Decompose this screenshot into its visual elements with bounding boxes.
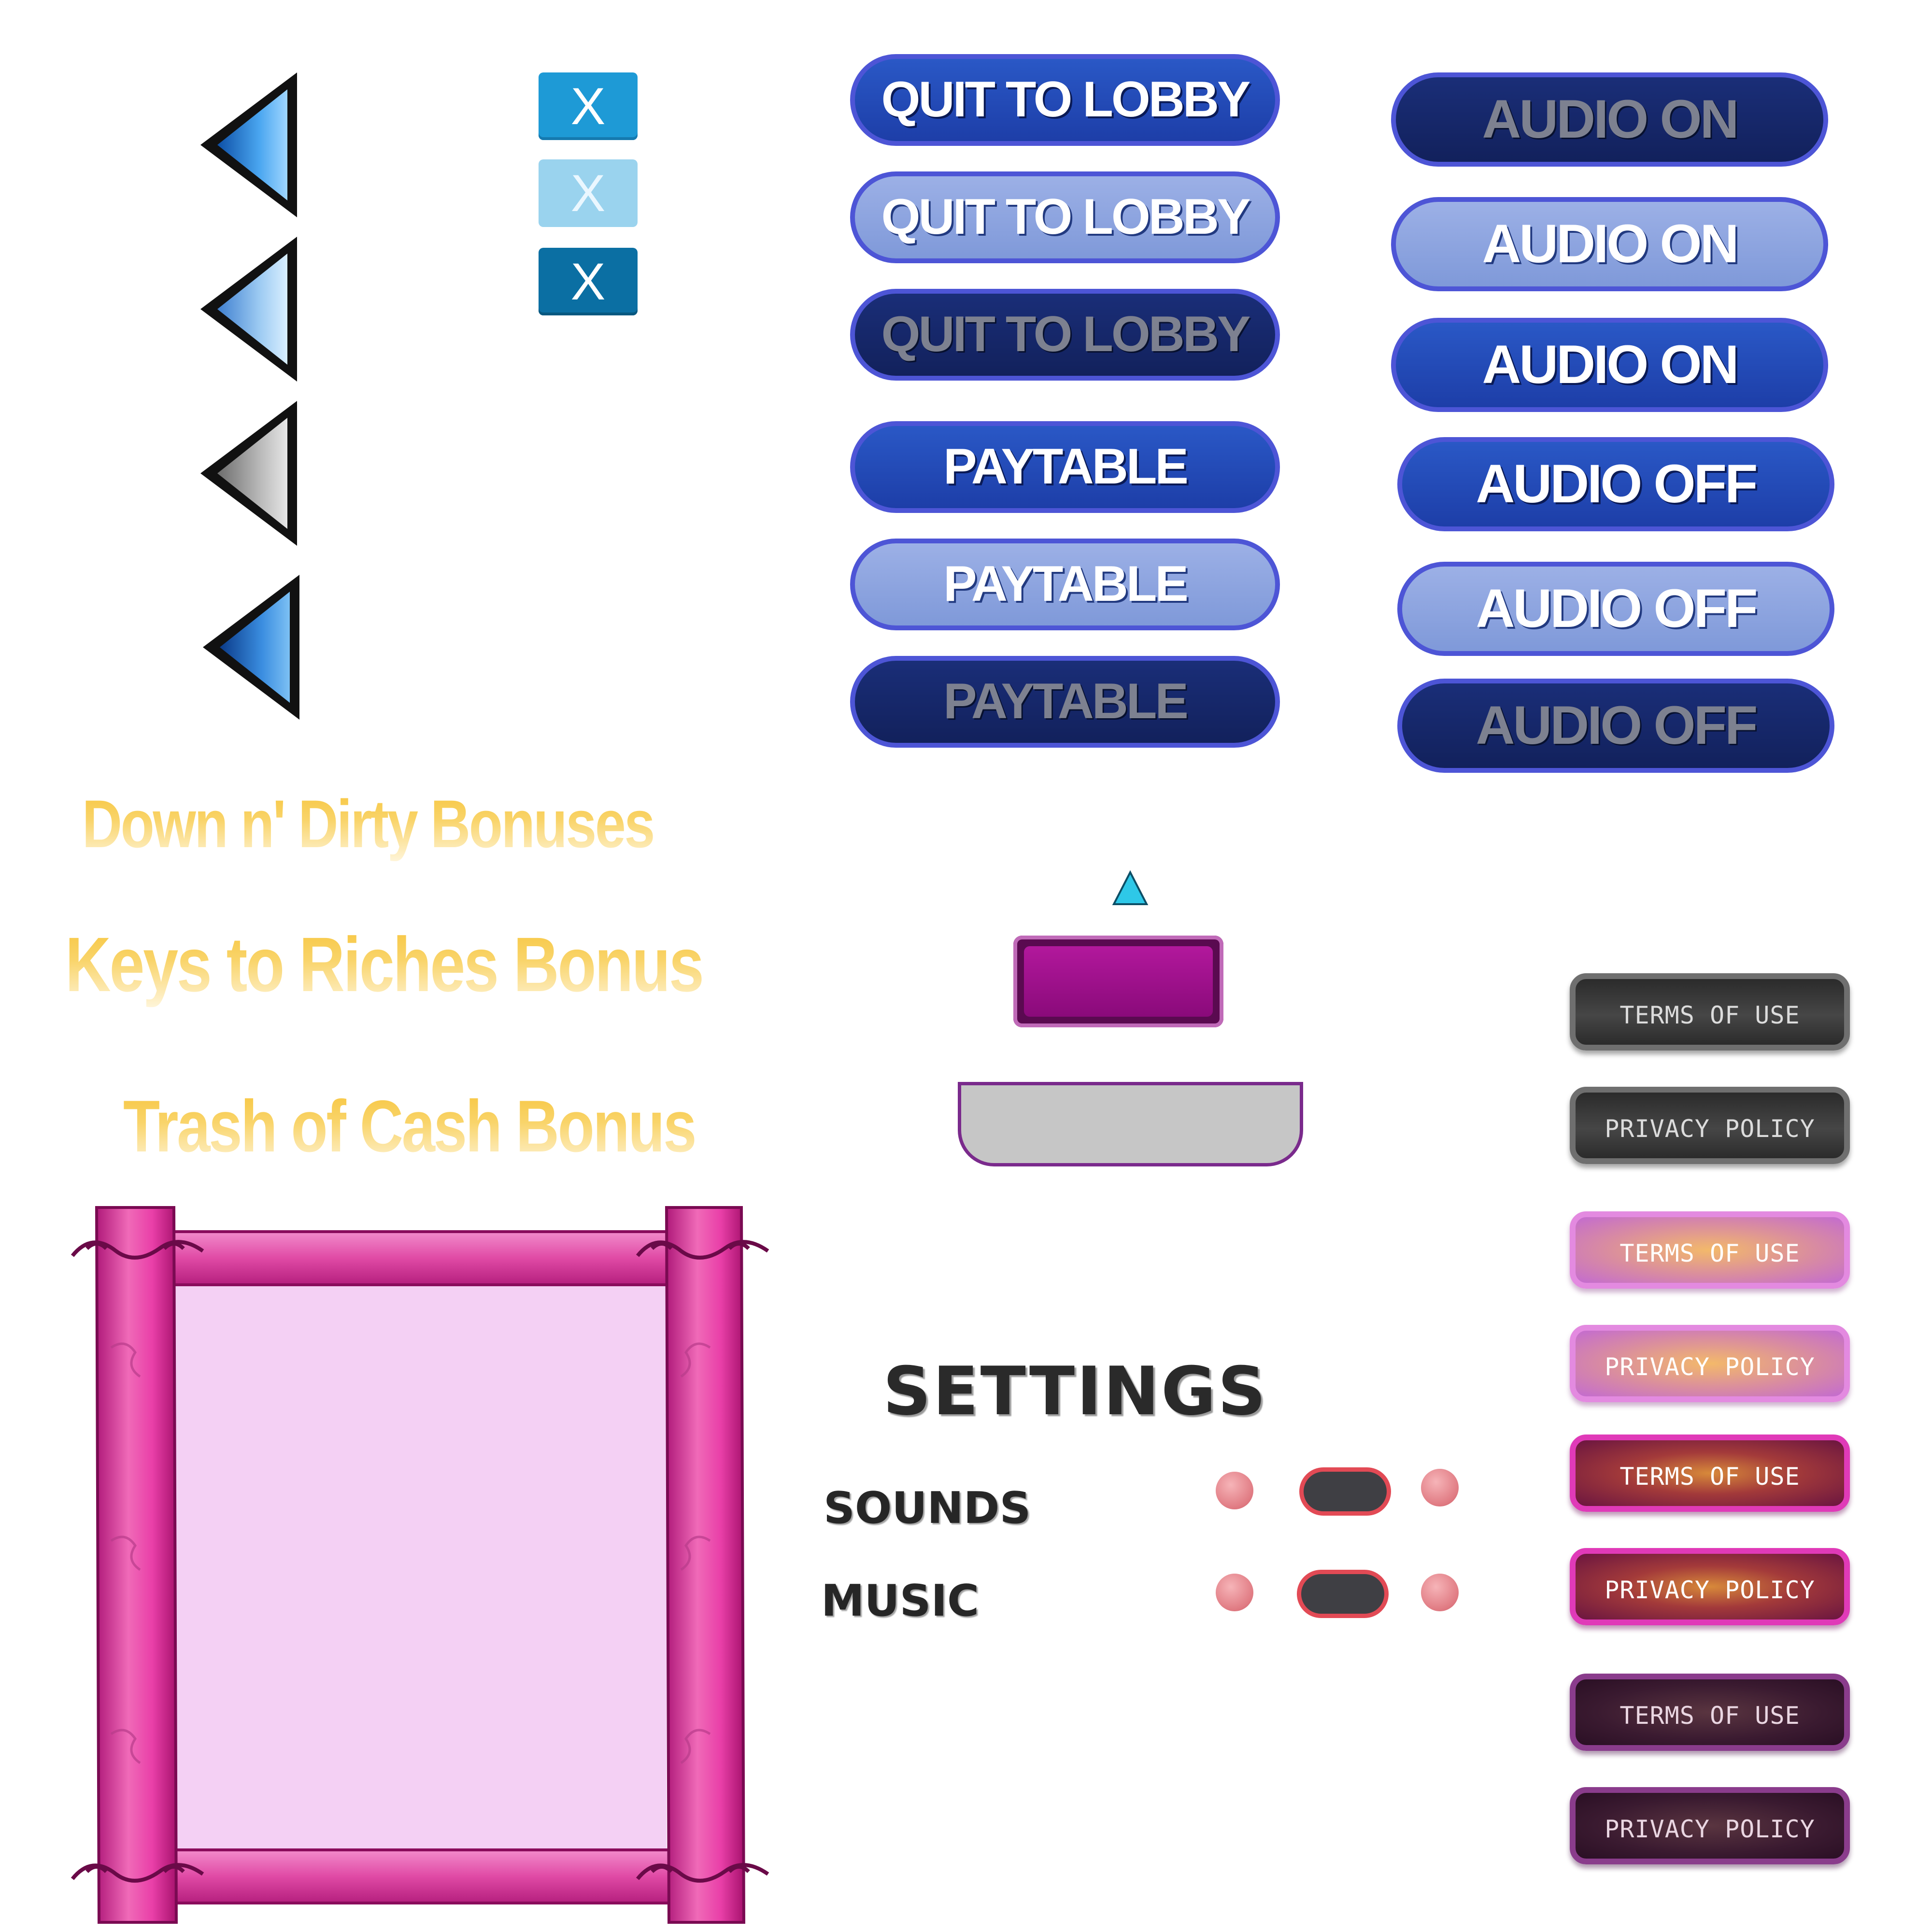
left-arrow-button[interactable]: [196, 396, 302, 551]
terms-of-use-button[interactable]: TERMS OF USE: [1570, 1674, 1850, 1751]
sounds-on-dot[interactable]: [1421, 1469, 1459, 1506]
settings-title: SETTINGS: [883, 1352, 1268, 1430]
bonus-title: Keys to Riches Bonus: [65, 920, 704, 1009]
audio-on-button[interactable]: AUDIO ON: [1391, 72, 1828, 167]
privacy-policy-button[interactable]: PRIVACY POLICY: [1570, 1548, 1850, 1625]
audio-off-button[interactable]: AUDIO OFF: [1397, 562, 1834, 656]
audio-off-button[interactable]: AUDIO OFF: [1397, 679, 1834, 773]
gem-button[interactable]: [1013, 936, 1223, 1027]
audio-on-button[interactable]: AUDIO ON: [1391, 318, 1828, 412]
sounds-off-dot[interactable]: [1216, 1472, 1253, 1509]
paytable-button[interactable]: PAYTABLE: [850, 656, 1280, 748]
bonus-title: Trash of Cash Bonus: [123, 1084, 697, 1169]
left-arrow-button[interactable]: [196, 68, 302, 222]
left-arrow-button[interactable]: [196, 232, 302, 386]
close-button[interactable]: X: [539, 159, 638, 227]
quit-to-lobby-button[interactable]: QUIT TO LOBBY: [850, 289, 1280, 381]
terms-of-use-button[interactable]: TERMS OF USE: [1570, 973, 1850, 1051]
paytable-button[interactable]: PAYTABLE: [850, 421, 1280, 513]
bonus-frame: [71, 1206, 769, 1924]
audio-on-button[interactable]: AUDIO ON: [1391, 197, 1828, 291]
left-arrow-button[interactable]: [198, 570, 304, 724]
close-button[interactable]: X: [539, 72, 638, 140]
privacy-policy-button[interactable]: PRIVACY POLICY: [1570, 1325, 1850, 1402]
bonus-title: Down n' Dirty Bonuses: [82, 785, 655, 863]
tab-panel: [958, 1082, 1303, 1166]
terms-of-use-button[interactable]: TERMS OF USE: [1570, 1435, 1850, 1512]
sounds-toggle[interactable]: [1299, 1467, 1391, 1516]
music-label: MUSIC: [821, 1576, 979, 1626]
paytable-button[interactable]: PAYTABLE: [850, 539, 1280, 630]
music-toggle[interactable]: [1297, 1570, 1389, 1618]
audio-off-button[interactable]: AUDIO OFF: [1397, 437, 1834, 531]
terms-of-use-button[interactable]: TERMS OF USE: [1570, 1211, 1850, 1289]
privacy-policy-button[interactable]: PRIVACY POLICY: [1570, 1787, 1850, 1864]
privacy-policy-button[interactable]: PRIVACY POLICY: [1570, 1087, 1850, 1164]
close-button[interactable]: X: [539, 248, 638, 315]
quit-to-lobby-button[interactable]: QUIT TO LOBBY: [850, 54, 1280, 146]
quit-to-lobby-button[interactable]: QUIT TO LOBBY: [850, 171, 1280, 263]
sounds-label: SOUNDS: [824, 1483, 1031, 1534]
triangle-marker-icon: [1112, 870, 1149, 905]
music-on-dot[interactable]: [1421, 1574, 1459, 1611]
music-off-dot[interactable]: [1216, 1574, 1253, 1611]
